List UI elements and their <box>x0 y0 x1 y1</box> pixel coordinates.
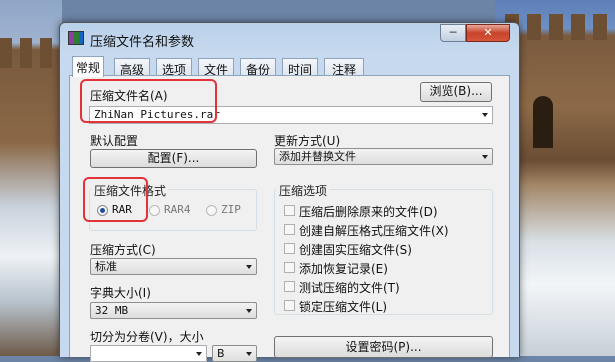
minimize-button[interactable]: ─ <box>440 24 466 42</box>
archiving-options-title: 压缩选项 <box>277 182 330 199</box>
compression-method-select[interactable]: 标准 <box>90 258 257 275</box>
solid-label[interactable]: 创建固实压缩文件(S) <box>299 241 412 258</box>
split-volumes-label: 切分为分卷(V)，大小 <box>90 330 204 344</box>
lock-archive-label[interactable]: 锁定压缩文件(L) <box>299 298 387 315</box>
solid-checkbox[interactable] <box>284 243 295 254</box>
chevron-down-icon <box>246 265 252 269</box>
split-volumes-combo[interactable] <box>90 345 207 362</box>
compression-method-value: 标准 <box>95 260 117 273</box>
format-zip-label[interactable]: ZIP <box>221 203 241 216</box>
test-files-checkbox[interactable] <box>284 281 295 292</box>
chevron-down-icon[interactable] <box>482 113 488 117</box>
window-title: 压缩文件名和参数 <box>90 35 195 50</box>
test-files-label[interactable]: 测试压缩的文件(T) <box>299 279 400 296</box>
dictionary-size-label: 字典大小(I) <box>90 286 151 300</box>
delete-after-label[interactable]: 压缩后删除原来的文件(D) <box>299 203 438 220</box>
format-rar4-radio[interactable] <box>149 205 160 216</box>
chevron-down-icon <box>246 352 252 356</box>
lock-archive-checkbox[interactable] <box>284 300 295 311</box>
sfx-checkbox[interactable] <box>284 224 295 235</box>
split-unit-select[interactable]: B <box>212 345 257 362</box>
general-tab-panel: 压缩文件名(A) 浏览(B)... ZhiNan Pictures.rar 默认… <box>69 75 510 362</box>
annotation-highlight-filename <box>80 79 217 123</box>
tab-general[interactable]: 常规 <box>72 56 104 77</box>
dictionary-size-value: 32 MB <box>95 304 129 317</box>
profiles-button[interactable]: 配置(F)... <box>90 149 257 168</box>
update-mode-value: 添加并替换文件 <box>279 150 356 163</box>
recovery-record-label[interactable]: 添加恢复记录(E) <box>299 260 388 277</box>
close-button[interactable]: ✕ <box>466 24 510 42</box>
tab-advanced[interactable]: 高级 <box>114 58 150 77</box>
chevron-down-icon <box>246 309 252 313</box>
browse-button[interactable]: 浏览(B)... <box>420 82 492 102</box>
format-zip-radio[interactable] <box>206 205 217 216</box>
chevron-down-icon <box>482 155 488 159</box>
split-unit-value: B <box>217 347 225 360</box>
annotation-highlight-format <box>83 177 148 222</box>
archive-dialog: 压缩文件名和参数 ─ ✕ 常规 高级 选项 文件 备份 时间 注释 压缩文件名(… <box>59 22 520 362</box>
compression-method-label: 压缩方式(C) <box>90 243 156 257</box>
tab-backup[interactable]: 备份 <box>240 58 276 77</box>
recovery-record-checkbox[interactable] <box>284 262 295 273</box>
update-mode-label: 更新方式(U) <box>274 134 341 148</box>
tab-time[interactable]: 时间 <box>282 58 318 77</box>
tab-comment[interactable]: 注释 <box>324 58 364 77</box>
desktop-wallpaper-left <box>0 0 62 356</box>
update-mode-select[interactable]: 添加并替换文件 <box>274 148 493 165</box>
winrar-icon <box>68 31 84 45</box>
title-bar[interactable]: 压缩文件名和参数 ─ ✕ <box>60 23 519 53</box>
set-password-button[interactable]: 设置密码(P)... <box>274 336 493 358</box>
format-rar4-label[interactable]: RAR4 <box>164 203 191 216</box>
tab-files[interactable]: 文件 <box>198 58 234 77</box>
dictionary-size-select[interactable]: 32 MB <box>90 302 257 319</box>
sfx-label[interactable]: 创建自解压格式压缩文件(X) <box>299 222 449 239</box>
delete-after-checkbox[interactable] <box>284 205 295 216</box>
chevron-down-icon[interactable] <box>196 352 202 356</box>
tab-options[interactable]: 选项 <box>156 58 192 77</box>
profile-label: 默认配置 <box>90 134 139 148</box>
